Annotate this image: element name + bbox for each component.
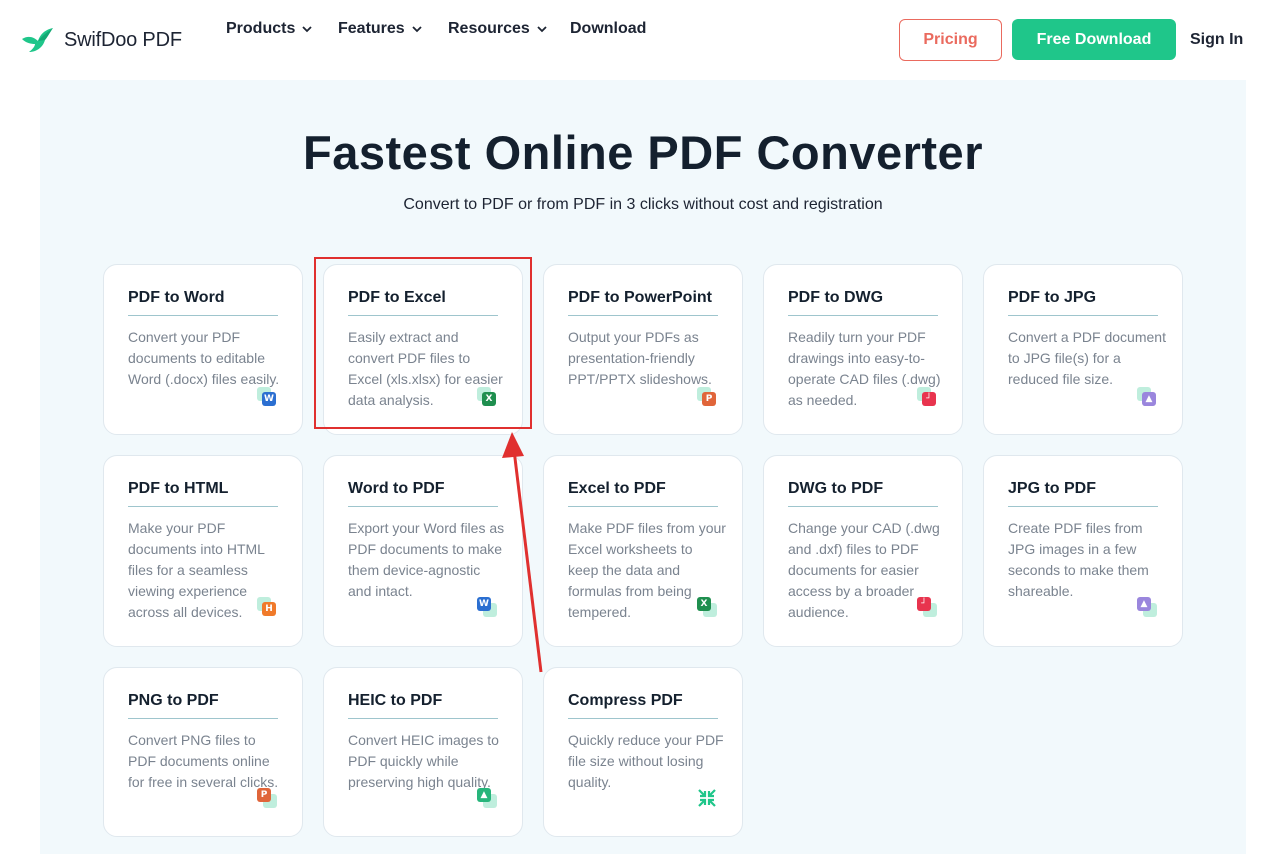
card-title: HEIC to PDF bbox=[348, 692, 443, 709]
highlight-box bbox=[314, 257, 532, 429]
card-title: PDF to JPG bbox=[1008, 289, 1097, 306]
converter-card[interactable]: JPG to PDF Create PDF files from JPG imag… bbox=[983, 455, 1183, 647]
logo-text: SwifDoo PDF bbox=[64, 28, 182, 51]
dwg-icon: ┘ bbox=[917, 387, 937, 407]
top-nav-bar: SwifDoo PDF Products Features Resources … bbox=[0, 0, 1286, 80]
card-divider bbox=[788, 506, 938, 507]
card-title: Word to PDF bbox=[348, 480, 445, 497]
logo[interactable]: SwifDoo PDF bbox=[20, 24, 182, 56]
card-divider bbox=[1008, 315, 1158, 316]
card-divider bbox=[1008, 506, 1158, 507]
card-description: Create PDF files from JPG images in a fe… bbox=[1008, 520, 1149, 599]
card-description: Convert your PDF documents to editable W… bbox=[128, 329, 280, 387]
card-divider bbox=[128, 718, 278, 719]
converter-card[interactable]: PDF to Word Convert your PDF documents to… bbox=[103, 264, 303, 435]
nav-resources[interactable]: Resources bbox=[448, 20, 548, 38]
compress-icon bbox=[697, 788, 717, 808]
card-title: PDF to DWG bbox=[788, 289, 884, 306]
nav-resources-label: Resources bbox=[448, 20, 530, 37]
word-icon: W bbox=[477, 597, 497, 617]
nav-download[interactable]: Download bbox=[570, 20, 646, 38]
image-icon: ▲ bbox=[1137, 597, 1157, 617]
card-divider bbox=[128, 506, 278, 507]
card-divider bbox=[568, 506, 718, 507]
nav-features-label: Features bbox=[338, 20, 405, 37]
card-divider bbox=[348, 506, 498, 507]
nav-products-label: Products bbox=[226, 20, 296, 37]
converter-card[interactable]: PNG to PDF Convert PNG files to PDF docum… bbox=[103, 667, 303, 837]
card-description: Convert HEIC images to PDF quickly while… bbox=[348, 732, 499, 790]
converter-card[interactable]: PDF to PowerPoint Output your PDFs as pre… bbox=[543, 264, 743, 435]
nav-products[interactable]: Products bbox=[226, 20, 313, 38]
chevron-down-icon bbox=[412, 26, 422, 33]
card-description: Export your Word files as PDF documents … bbox=[348, 520, 505, 599]
dwg-icon: ┘ bbox=[917, 597, 937, 617]
image-icon: ▲ bbox=[1137, 387, 1157, 407]
card-title: Compress PDF bbox=[568, 692, 683, 709]
card-title: JPG to PDF bbox=[1008, 480, 1097, 497]
free-download-button[interactable]: Free Download bbox=[1012, 19, 1176, 60]
converter-card[interactable]: PDF to DWG Readily turn your PDF drawings… bbox=[763, 264, 963, 435]
card-title: PDF to Word bbox=[128, 289, 225, 306]
png-icon: P bbox=[257, 788, 277, 808]
converter-card[interactable]: PDF to HTML Make your PDF documents into … bbox=[103, 455, 303, 647]
card-divider bbox=[348, 718, 498, 719]
chevron-down-icon bbox=[302, 26, 312, 33]
pricing-button[interactable]: Pricing bbox=[899, 19, 1002, 61]
card-title: PDF to HTML bbox=[128, 480, 229, 497]
converter-card[interactable]: HEIC to PDF Convert HEIC images to PDF qu… bbox=[323, 667, 523, 837]
card-title: DWG to PDF bbox=[788, 480, 884, 497]
converter-card[interactable]: PDF to JPG Convert a PDF document to JPG … bbox=[983, 264, 1183, 435]
nav-features[interactable]: Features bbox=[338, 20, 423, 38]
card-description: Convert a PDF document to JPG file(s) fo… bbox=[1008, 329, 1166, 387]
converter-card[interactable]: DWG to PDF Change your CAD (.dwg and .dxf… bbox=[763, 455, 963, 647]
card-divider bbox=[568, 315, 718, 316]
nav-download-label: Download bbox=[570, 20, 647, 37]
heic-icon: ▲ bbox=[477, 788, 497, 808]
converter-card[interactable]: Word to PDF Export your Word files as PDF… bbox=[323, 455, 523, 647]
card-divider bbox=[568, 718, 718, 719]
card-description: Convert PNG files to PDF documents onlin… bbox=[128, 732, 279, 790]
chevron-down-icon bbox=[537, 26, 547, 33]
card-divider bbox=[128, 315, 278, 316]
card-divider bbox=[788, 315, 938, 316]
page-subtitle: Convert to PDF or from PDF in 3 clicks w… bbox=[403, 196, 883, 213]
card-title: PNG to PDF bbox=[128, 692, 219, 709]
card-description: Quickly reduce your PDF file size withou… bbox=[568, 732, 724, 790]
card-description: Output your PDFs as presentation-friendl… bbox=[568, 329, 712, 387]
html-icon: H bbox=[257, 597, 277, 617]
sign-in-link[interactable]: Sign In bbox=[1190, 31, 1243, 49]
card-title: PDF to PowerPoint bbox=[568, 289, 712, 306]
word-icon: W bbox=[257, 387, 277, 407]
excel-icon: X bbox=[697, 597, 717, 617]
card-title: Excel to PDF bbox=[568, 480, 666, 497]
page-title: Fastest Online PDF Converter bbox=[303, 126, 983, 179]
powerpoint-icon: P bbox=[697, 387, 717, 407]
swifdoo-bird-icon bbox=[22, 28, 53, 52]
converter-card[interactable]: Compress PDF Quickly reduce your PDF file… bbox=[543, 667, 743, 837]
converter-card[interactable]: Excel to PDF Make PDF files from your Exc… bbox=[543, 455, 743, 647]
